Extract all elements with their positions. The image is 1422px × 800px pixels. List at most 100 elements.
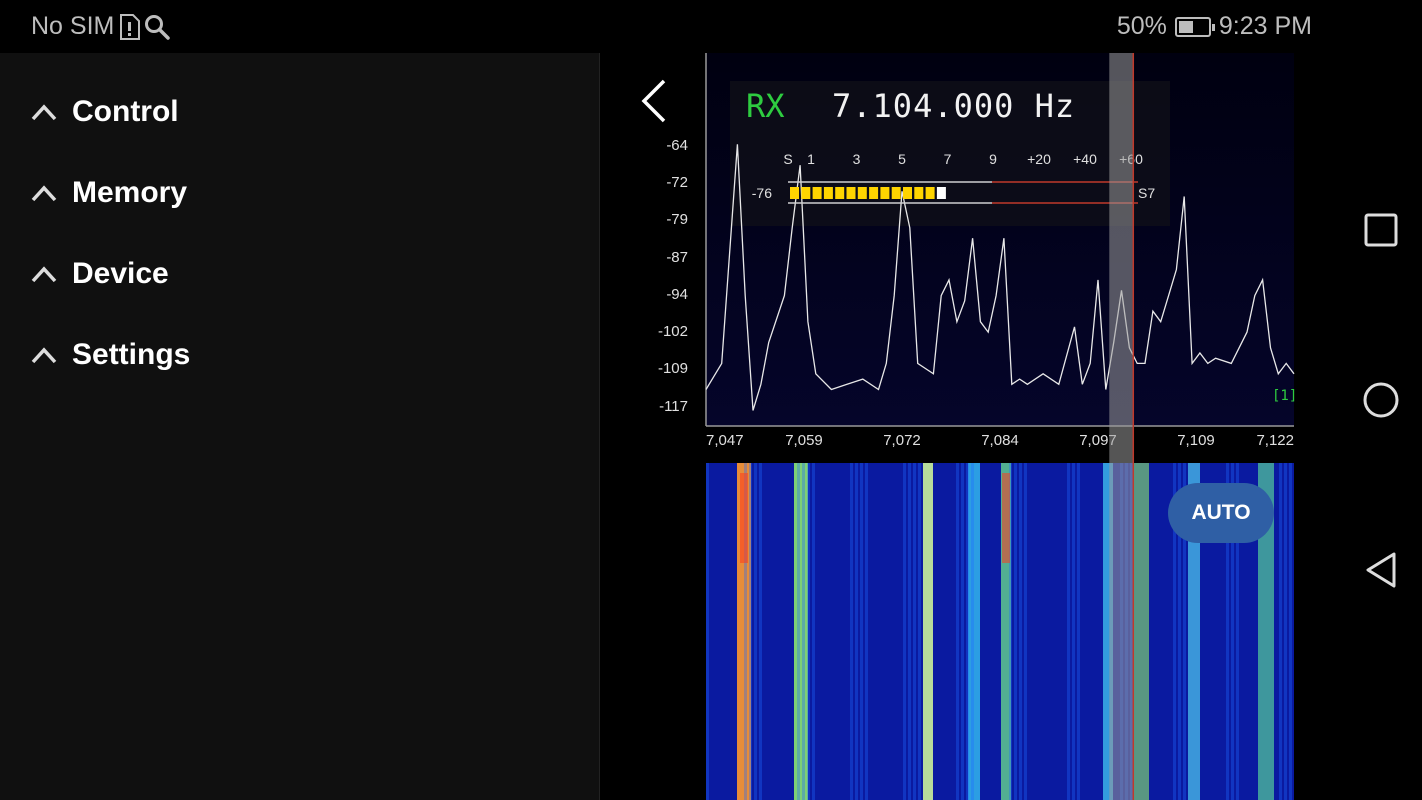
search-icon xyxy=(145,14,171,40)
x-tick-label: 7,122 xyxy=(1256,432,1294,449)
status-right: 50% 9:23 PM xyxy=(1117,12,1312,41)
auto-button[interactable]: AUTO xyxy=(1168,483,1274,543)
chevron-up-icon xyxy=(31,266,57,283)
waterfall-noise-stripe xyxy=(754,463,757,800)
battery-icon xyxy=(1174,16,1215,37)
x-axis-ticks: 7,047 7,059 7,072 7,084 7,097 7,109 7,122 xyxy=(706,432,1294,449)
frequency-display[interactable]: 7.104.000 Hz xyxy=(832,87,1075,125)
recents-square-icon[interactable] xyxy=(1361,210,1401,250)
waterfall-noise-stripe xyxy=(908,463,911,800)
y-tick-label: -109 xyxy=(658,360,688,377)
smeter-scale-label: 1 xyxy=(807,151,815,167)
x-tick-label: 7,084 xyxy=(981,432,1019,449)
waterfall-noise-stripe xyxy=(1072,463,1075,800)
smeter-scale-label: 9 xyxy=(989,151,997,167)
y-tick-label: -117 xyxy=(659,398,688,415)
y-tick-label: -87 xyxy=(666,249,688,266)
waterfall-noise-stripe xyxy=(956,463,959,800)
menu-item-label: Settings xyxy=(72,338,191,371)
smeter-s-reading: S7 xyxy=(1138,185,1155,201)
y-tick-label: -64 xyxy=(666,137,688,154)
x-tick-label: 7,047 xyxy=(706,432,744,449)
home-circle-icon[interactable] xyxy=(1361,380,1401,420)
battery-percent: 50% xyxy=(1116,12,1167,40)
waterfall-noise-stripe xyxy=(1024,463,1027,800)
waterfall-signal-column xyxy=(794,463,808,800)
smeter-segment xyxy=(835,187,845,199)
waterfall-noise-stripe xyxy=(855,463,858,800)
channel-marker: [1] xyxy=(1272,388,1297,404)
smeter-segment xyxy=(914,187,924,199)
menu-item-memory[interactable]: Memory xyxy=(30,168,570,218)
waterfall-noise-stripe xyxy=(749,463,752,800)
y-tick-label: -72 xyxy=(666,174,688,191)
status-bar: No SIM 50% 9:23 PM xyxy=(0,0,1422,53)
waterfall-noise-stripe xyxy=(759,463,762,800)
y-tick-label: -102 xyxy=(658,323,688,340)
y-tick-label: -94 xyxy=(666,286,688,303)
waterfall-noise-stripe xyxy=(812,463,815,800)
waterfall-noise-stripe xyxy=(961,463,964,800)
carrier-text: No SIM xyxy=(31,12,115,40)
waterfall-noise-stripe xyxy=(802,463,805,800)
smeter-scale-label: +40 xyxy=(1073,151,1097,167)
waterfall-noise-stripe xyxy=(971,463,974,800)
smeter-segment xyxy=(891,187,901,199)
menu-item-label: Device xyxy=(72,257,169,290)
waterfall-noise-stripe xyxy=(1067,463,1070,800)
battery-fill xyxy=(1178,20,1193,33)
waterfall-noise-stripe xyxy=(903,463,906,800)
waterfall-noise-stripe xyxy=(1284,463,1287,800)
waterfall-noise-stripe xyxy=(1014,463,1017,800)
x-tick-label: 7,059 xyxy=(785,432,823,449)
smeter-segment xyxy=(936,187,946,199)
side-drawer: Control Memory Device Settings xyxy=(0,53,600,800)
waterfall-noise-stripe xyxy=(1077,463,1080,800)
waterfall-noise-stripe xyxy=(1019,463,1022,800)
waterfall-noise-stripe xyxy=(706,463,709,800)
waterfall-noise-stripe xyxy=(1279,463,1282,800)
rx-mode-label: RX xyxy=(746,87,785,125)
smeter-scale-label: S xyxy=(783,151,792,167)
waterfall-noise-stripe xyxy=(1289,463,1292,800)
spectrum-chart[interactable]: -64 -72 -79 -87 -94 -102 -109 -117 7,047 7,059 7,… xyxy=(600,53,1340,800)
smeter-db-value: -76 xyxy=(752,185,772,201)
waterfall-noise-stripe xyxy=(913,463,916,800)
smeter-segment xyxy=(801,187,811,199)
sim-card-icon xyxy=(120,13,141,40)
back-triangle-icon[interactable] xyxy=(1361,550,1401,590)
menu-item-device[interactable]: Device xyxy=(30,249,570,299)
smeter-scale-label: +20 xyxy=(1027,151,1051,167)
smeter-segment xyxy=(880,187,890,199)
waterfall-noise-stripe xyxy=(807,463,810,800)
waterfall-noise-stripe xyxy=(865,463,868,800)
smeter-scale-label: 3 xyxy=(853,151,861,167)
chevron-up-icon xyxy=(31,347,57,364)
waterfall-noise-stripe xyxy=(797,463,800,800)
smeter-segment xyxy=(903,187,912,199)
smeter-scale-label: 5 xyxy=(898,151,906,167)
smeter-segment xyxy=(823,187,833,199)
menu-item-settings[interactable]: Settings xyxy=(30,330,570,380)
smeter-segment xyxy=(812,187,822,199)
waterfall-signal-column xyxy=(923,463,933,800)
smeter-segment xyxy=(846,187,856,199)
tuning-band[interactable] xyxy=(1109,53,1134,800)
x-tick-label: 7,109 xyxy=(1177,432,1215,449)
status-left: No SIM xyxy=(31,12,171,41)
app-root: No SIM 50% 9:23 PM Control Memory Device… xyxy=(0,0,1422,800)
back-arrow-icon[interactable] xyxy=(638,77,670,125)
waterfall-noise-stripe xyxy=(966,463,969,800)
menu-item-control[interactable]: Control xyxy=(30,87,570,137)
spectrum-panel: -64 -72 -79 -87 -94 -102 -109 -117 7,047 7,059 7,… xyxy=(600,53,1340,800)
waterfall-peak xyxy=(1002,473,1010,563)
clock: 9:23 PM xyxy=(1218,12,1312,40)
navigation-bar xyxy=(1340,53,1422,800)
menu-item-label: Memory xyxy=(72,176,188,209)
chevron-up-icon xyxy=(31,104,57,121)
smeter-scale-label: 7 xyxy=(944,151,952,167)
waterfall-noise-stripe xyxy=(850,463,853,800)
waterfall-noise-stripe xyxy=(918,463,921,800)
smeter-segment xyxy=(790,187,799,199)
waterfall-peak xyxy=(740,473,748,563)
